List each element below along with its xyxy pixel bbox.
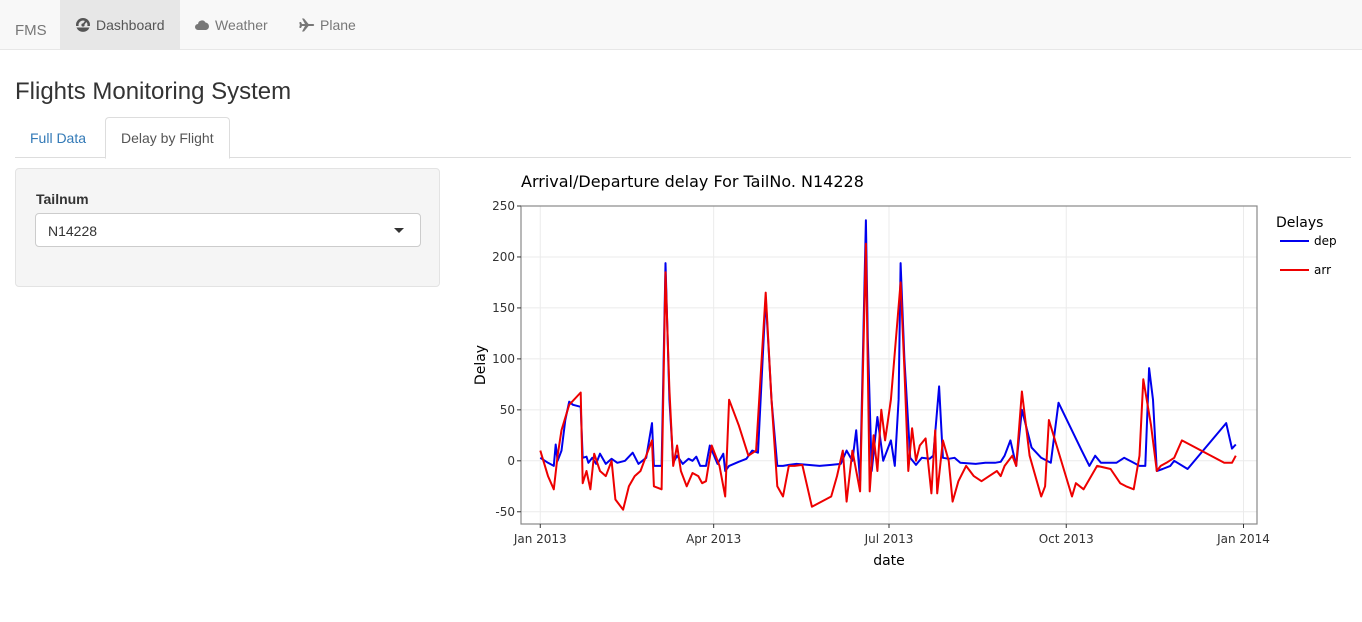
tailnum-select[interactable]: N14228 — [35, 213, 421, 247]
series-lines — [539, 219, 1237, 511]
y-tick-label: 150 — [492, 301, 515, 315]
tab-label-full-data: Full Data — [30, 129, 87, 146]
plane-icon — [299, 17, 315, 33]
y-tick-label: -50 — [495, 505, 515, 519]
y-tick-label: 250 — [492, 199, 515, 213]
tailnum-selected-value: N14228 — [48, 223, 98, 239]
chart-grid — [521, 205, 1257, 524]
x-tick-label: Jan 2014 — [1216, 532, 1270, 546]
series-line-dep — [539, 219, 1237, 483]
page-title: Flights Monitoring System — [15, 78, 292, 105]
chart-title: Arrival/Departure delay For TailNo. N142… — [521, 172, 864, 191]
legend-label-arr: arr — [1314, 263, 1331, 277]
top-navbar: FMS Dashboard Weather Plane — [0, 0, 1362, 50]
nav-label-dashboard: Dashboard — [96, 16, 165, 33]
caret-down-icon — [394, 228, 404, 233]
dashboard-icon — [75, 17, 91, 33]
cloud-icon — [194, 17, 210, 33]
tab-label-delay-by-flight: Delay by Flight — [121, 130, 214, 146]
sidebar-panel: Tailnum N14228 — [15, 168, 440, 287]
delay-chart-svg: Arrival/Departure delay For TailNo. N142… — [473, 172, 1337, 569]
tab-bar: Full Data Delay by Flight — [15, 117, 1351, 159]
nav-item-weather[interactable]: Weather — [179, 0, 283, 49]
series-line-arr — [539, 242, 1237, 511]
x-tick-label: Jan 2013 — [513, 532, 567, 546]
y-axis: -50 0 50 100 150 200 250 — [492, 199, 521, 519]
nav-item-dashboard[interactable]: Dashboard — [60, 0, 180, 49]
y-tick-label: 0 — [507, 454, 515, 468]
x-axis: Jan 2013 Apr 2013 Jul 2013 Oct 2013 Jan 2014 — [513, 524, 1270, 546]
x-axis-label: date — [873, 553, 905, 569]
x-tick-label: Jul 2013 — [864, 532, 914, 546]
x-tick-label: Apr 2013 — [686, 532, 741, 546]
x-tick-label: Oct 2013 — [1039, 532, 1094, 546]
tailnum-label: Tailnum — [36, 191, 89, 207]
tab-full-data[interactable]: Full Data — [15, 117, 101, 158]
nav-item-plane[interactable]: Plane — [284, 0, 371, 49]
tab-delay-by-flight[interactable]: Delay by Flight — [105, 117, 230, 159]
legend-title: Delays — [1276, 215, 1323, 231]
nav-label-plane: Plane — [320, 16, 356, 33]
chart-legend: Delays dep arr — [1276, 215, 1337, 277]
y-tick-label: 50 — [500, 403, 515, 417]
nav-label-weather: Weather — [215, 16, 268, 33]
legend-label-dep: dep — [1314, 234, 1337, 248]
navbar-brand[interactable]: FMS — [15, 22, 47, 39]
y-tick-label: 200 — [492, 250, 515, 264]
delay-chart: Arrival/Departure delay For TailNo. N142… — [460, 160, 1362, 580]
y-tick-label: 100 — [492, 352, 515, 366]
y-axis-label: Delay — [473, 345, 489, 385]
